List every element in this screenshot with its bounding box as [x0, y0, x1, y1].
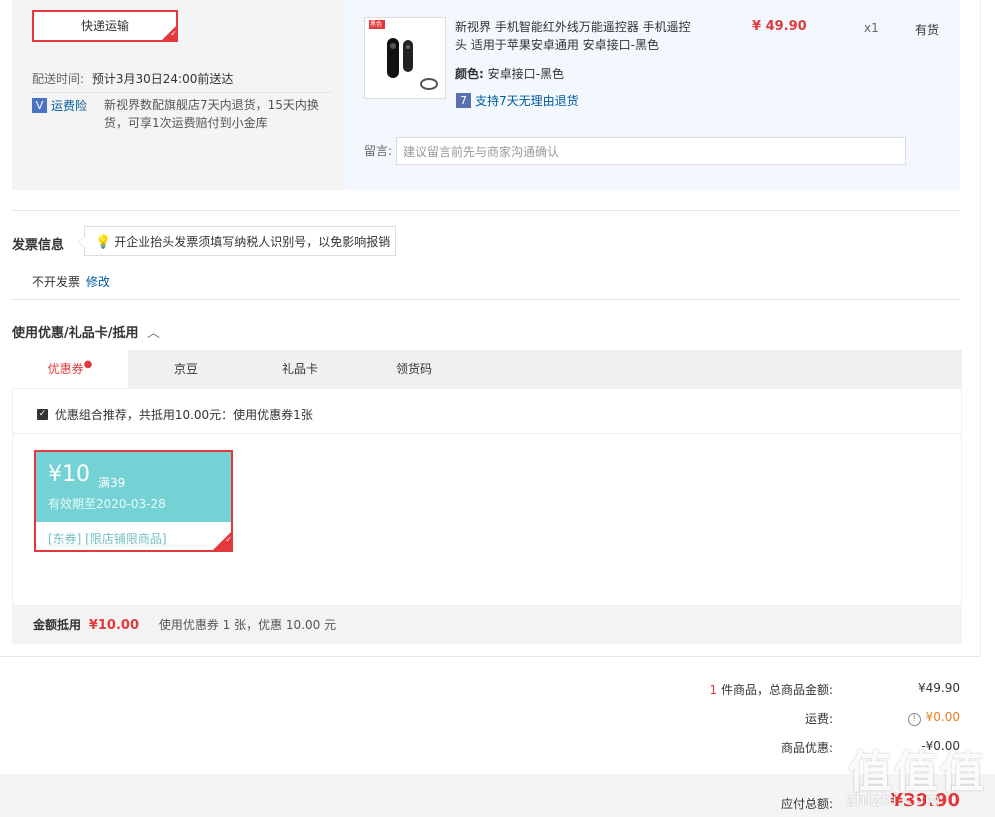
totals-divider	[0, 656, 980, 657]
summary-desc: 使用优惠券 1 张，优惠 10.00 元	[158, 618, 337, 632]
tab-pickup-code[interactable]: 领货码	[366, 350, 462, 388]
selected-check-icon	[162, 26, 177, 40]
goods-count: 1	[709, 683, 718, 697]
insurance-desc-line2: 货，可享1次运费赔付到小金库	[104, 116, 268, 130]
tab-gift-card[interactable]: 礼品卡	[252, 350, 348, 388]
summary-label: 金额抵用	[33, 618, 82, 632]
coupon-panel-divider	[13, 433, 961, 434]
remote-device-image	[369, 20, 438, 90]
invoice-status: 不开发票 修改	[32, 273, 110, 290]
product-title[interactable]: 新视界 手机智能红外线万能遥控器 手机遥控 头 适用于苹果安卓通用 安卓接口-黑…	[455, 18, 691, 54]
message-placeholder: 建议留言前先与商家沟通确认	[403, 145, 560, 159]
goods-total-value: ¥49.90	[918, 681, 960, 695]
invoice-tip-text: 开企业抬头发票须填写纳税人识别号，以免影响报销	[114, 235, 391, 249]
invoice-tip: 💡 开企业抬头发票须填写纳税人识别号，以免影响报销	[78, 226, 396, 256]
product-title-line1[interactable]: 新视界 手机智能红外线万能遥控器 手机遥控	[455, 18, 691, 36]
shipping-insurance[interactable]: V 运费险	[32, 97, 87, 114]
payable-label: 应付总额:	[780, 797, 833, 811]
coupon-selected-check-icon	[213, 532, 232, 550]
tab-jingdou-label: 京豆	[173, 362, 198, 376]
delivery-time-value: 预计3月30日24:00前送达	[91, 72, 234, 86]
discount-toggle[interactable]: 使用优惠/礼品卡/抵用 ︿	[12, 322, 160, 341]
product-attribute: 颜色: 安卓接口-黑色	[455, 65, 564, 82]
shipping-fee-value: ¥0.00	[925, 710, 960, 724]
product-quantity: x1	[864, 21, 879, 35]
goods-total-label: 1 件商品，总商品金额:	[600, 681, 833, 698]
coupon-amount: ¥10	[48, 462, 90, 487]
product-price: ¥ 49.90	[752, 19, 807, 34]
invoice-edit-link[interactable]: 修改	[86, 275, 110, 289]
coupon-card[interactable]: ¥10 满39 有效期至2020-03-28 [东券] [限店铺限商品]	[34, 450, 233, 552]
product-stock: 有货	[915, 23, 940, 37]
checkbox-checked-icon[interactable]: ✓	[37, 409, 48, 420]
goods-count-suffix: 件商品，总商品金额:	[720, 683, 833, 697]
lightbulb-icon: 💡	[95, 235, 112, 250]
shipping-fee-label: 运费:	[804, 712, 833, 726]
shipping-divider	[32, 92, 332, 93]
product-thumbnail[interactable]: 黑色	[364, 17, 446, 99]
message-input[interactable]: 建议留言前先与商家沟通确认	[396, 137, 906, 165]
goods-discount-label: 商品优惠:	[780, 741, 833, 755]
discount-tabs: 优惠券● 京豆 礼品卡 领货码	[12, 350, 962, 388]
message-label: 留言:	[364, 144, 393, 158]
insurance-label[interactable]: 运费险	[51, 99, 87, 113]
insurance-desc-line1: 新视界数配旗舰店7天内退货，15天内换	[104, 98, 319, 112]
right-border	[980, 0, 981, 656]
coupon-condition: 满39	[98, 476, 126, 490]
insurance-description: 新视界数配旗舰店7天内退货，15天内换 货，可享1次运费赔付到小金库	[104, 96, 319, 132]
product-title-line2[interactable]: 头 适用于苹果安卓通用 安卓接口-黑色	[455, 36, 691, 54]
thumb-tag: 黑色	[370, 21, 383, 28]
coupon-tags: [东券] [限店铺限商品]	[48, 532, 167, 546]
delivery-time: 配送时间: 预计3月30日24:00前送达	[32, 70, 233, 87]
return-policy-text[interactable]: 支持7天无理由退货	[475, 94, 579, 108]
section-divider-2	[12, 299, 960, 300]
shipping-fee-row: ! ¥0.00	[860, 710, 960, 726]
tab-coupon-label: 优惠券	[47, 362, 84, 376]
tab-jingdou[interactable]: 京豆	[138, 350, 234, 388]
tab-gift-card-label: 礼品卡	[281, 362, 318, 376]
express-shipping-label: 快递运输	[80, 19, 129, 33]
info-circle-icon[interactable]: !	[907, 713, 921, 726]
tab-pickup-code-label: 领货码	[395, 362, 432, 376]
recommend-text: 优惠组合推荐，共抵用10.00元：使用优惠券1张	[54, 408, 313, 422]
coupon-expiry: 有效期至2020-03-28	[48, 497, 166, 511]
express-shipping-button[interactable]: 快递运输	[32, 10, 178, 42]
watermark-url: zhizhi.com	[846, 790, 942, 809]
coupon-card-top: ¥10 满39 有效期至2020-03-28	[36, 452, 231, 522]
summary-amount: ¥10.00	[88, 618, 140, 633]
discount-title: 使用优惠/礼品卡/抵用	[12, 326, 139, 341]
new-dot-icon: ●	[83, 359, 93, 370]
invoice-title: 发票信息	[12, 238, 65, 253]
attr-value: 安卓接口-黑色	[487, 67, 564, 81]
tab-coupon[interactable]: 优惠券●	[12, 350, 128, 388]
attr-label: 颜色:	[455, 67, 484, 81]
return-policy[interactable]: 7 支持7天无理由退货	[456, 92, 579, 109]
chevron-up-icon: ︿	[147, 326, 161, 341]
section-divider-1	[12, 210, 960, 211]
insurance-shield-icon: V	[32, 98, 47, 113]
recommend-checkbox-row[interactable]: ✓ 优惠组合推荐，共抵用10.00元：使用优惠券1张	[37, 406, 313, 423]
invoice-status-text: 不开发票	[32, 275, 81, 289]
seven-day-return-icon: 7	[456, 93, 471, 108]
delivery-time-label: 配送时间:	[32, 72, 85, 86]
discount-summary: 金额抵用 ¥10.00 使用优惠券 1 张，优惠 10.00 元	[12, 606, 962, 644]
